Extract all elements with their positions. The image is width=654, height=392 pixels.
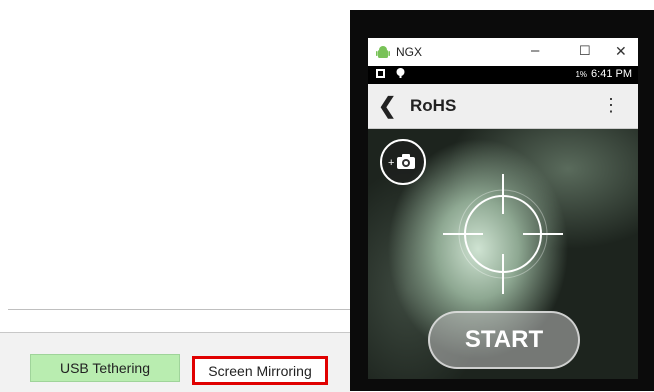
back-arrow-icon[interactable]: ❮ — [378, 93, 396, 119]
add-camera-icon: + — [388, 154, 415, 169]
close-button[interactable]: ✕ — [615, 42, 627, 60]
app-bar: ❮ RoHS ⋮ — [368, 84, 638, 129]
app-title: RoHS — [410, 96, 457, 115]
add-photo-button[interactable]: + — [380, 139, 426, 185]
host-app: USB Tethering Screen Mirroring — [0, 0, 350, 392]
notification-icons — [376, 68, 405, 81]
svg-text:+: + — [388, 157, 394, 169]
clock: 6:41 PM — [591, 68, 632, 80]
overflow-menu-icon[interactable]: ⋮ — [602, 96, 620, 114]
battery-percent: 1% — [575, 70, 588, 79]
screen-mirroring-button[interactable]: Screen Mirroring — [192, 356, 328, 385]
android-icon — [376, 46, 390, 58]
minimize-button[interactable]: – — [531, 42, 539, 60]
status-bar: 1% 6:41 PM — [368, 66, 638, 84]
start-button[interactable]: START — [428, 311, 580, 369]
window-title: NGX — [396, 45, 423, 59]
camera-preview: + START — [368, 129, 638, 379]
maximize-button[interactable]: ☐ — [579, 42, 591, 60]
usb-tethering-button[interactable]: USB Tethering — [30, 354, 180, 382]
divider — [8, 309, 350, 310]
window-titlebar: NGX – ☐ ✕ — [368, 38, 638, 66]
photo-notification-icon — [376, 69, 385, 78]
crosshair-icon — [443, 174, 563, 294]
mirrored-device-window: NGX – ☐ ✕ 1% 6:41 PM ❮ RoHS ⋮ + START — [350, 10, 654, 391]
location-notification-icon — [396, 68, 405, 78]
status-right: 1% 6:41 PM — [575, 68, 632, 80]
